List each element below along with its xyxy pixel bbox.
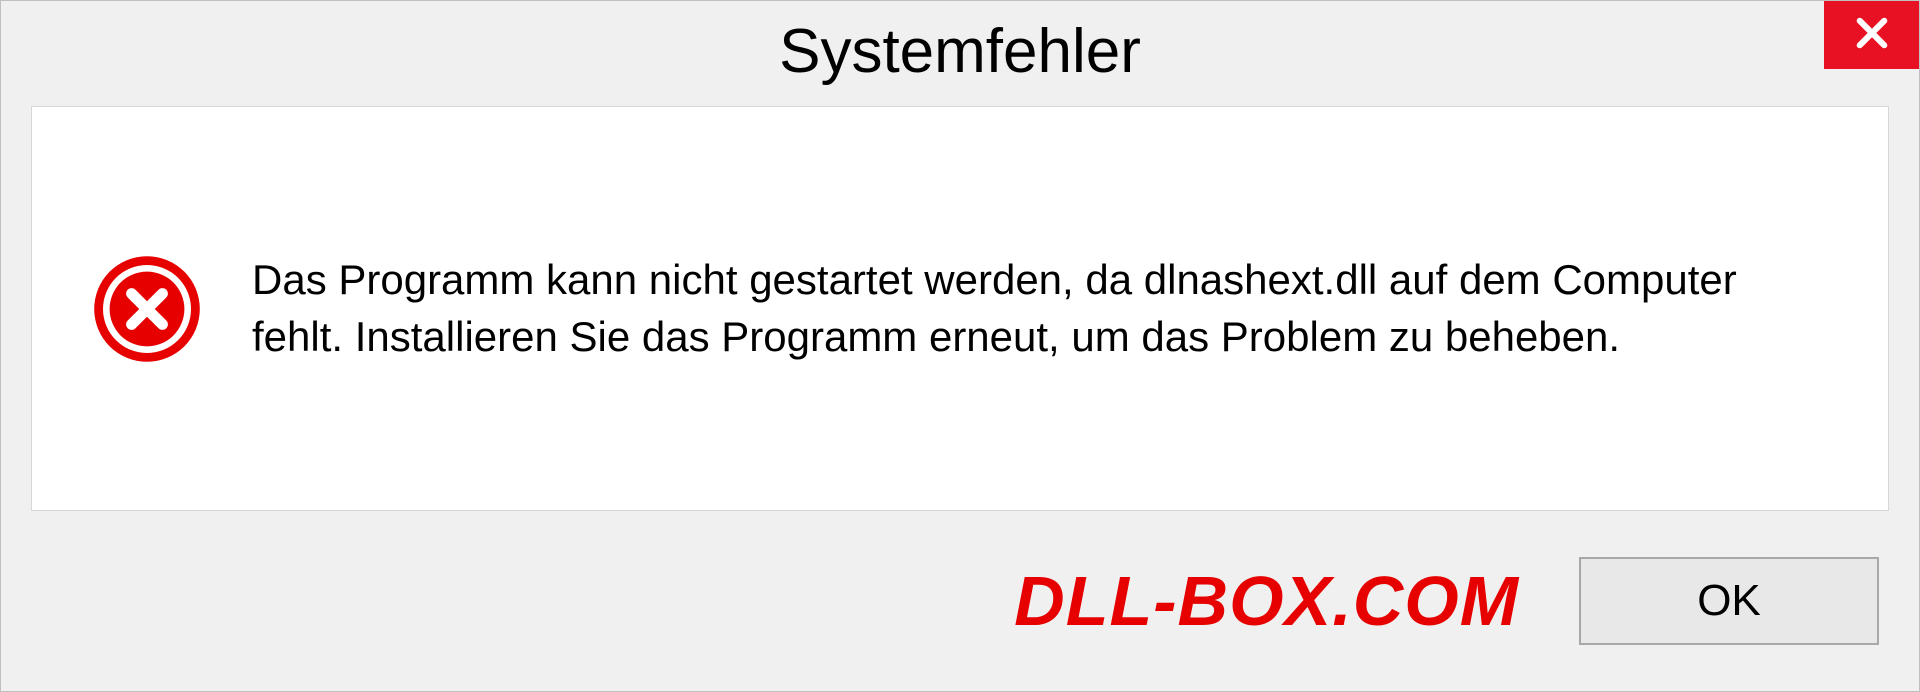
close-icon (1851, 12, 1893, 59)
error-icon (92, 254, 202, 364)
watermark-text: DLL-BOX.COM (1014, 561, 1519, 641)
titlebar: Systemfehler (1, 1, 1919, 106)
ok-button[interactable]: OK (1579, 557, 1879, 645)
dialog-footer: DLL-BOX.COM OK (1, 541, 1919, 691)
error-message: Das Programm kann nicht gestartet werden… (252, 252, 1828, 365)
close-button[interactable] (1824, 1, 1919, 69)
error-dialog: Systemfehler Das Programm kann nicht ges… (0, 0, 1920, 692)
content-area: Das Programm kann nicht gestartet werden… (31, 106, 1889, 511)
dialog-title: Systemfehler (779, 16, 1141, 87)
